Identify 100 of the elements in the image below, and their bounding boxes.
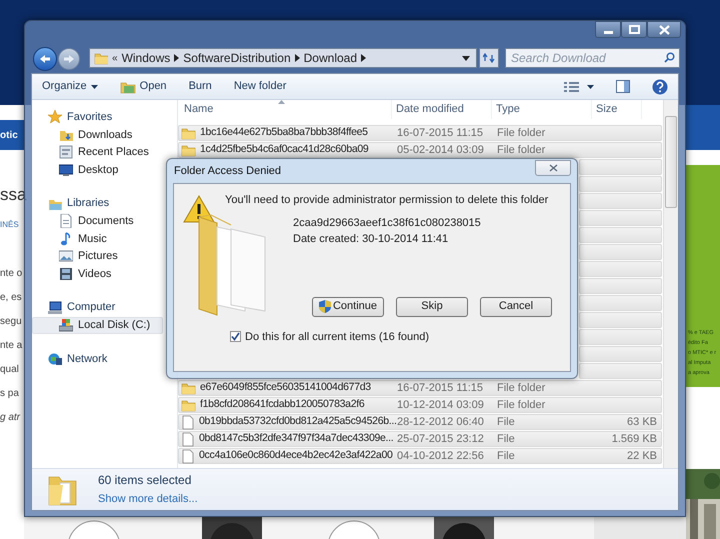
file-row[interactable] (579, 312, 662, 328)
help-button[interactable] (652, 78, 668, 94)
toolbar-button[interactable]: Burn (188, 78, 212, 95)
file-row[interactable] (579, 210, 662, 226)
file-row[interactable] (579, 363, 662, 379)
nav-item[interactable]: Videos (32, 265, 163, 282)
maximize-icon (628, 25, 640, 34)
file-row[interactable] (579, 261, 662, 277)
file-row[interactable]: e67e6049f855fce56035141004d677d3 16-07-2015 11:15 File folder (178, 380, 662, 396)
caret-icon (587, 84, 594, 88)
arrow-left-icon (39, 54, 51, 64)
column-header[interactable]: Name (178, 100, 392, 119)
maximize-button[interactable] (621, 21, 647, 38)
shield-icon (318, 300, 331, 313)
close-button[interactable] (647, 21, 681, 38)
dialog-button[interactable]: Continue (312, 296, 384, 316)
nav-item[interactable]: Libraries (32, 194, 177, 212)
music-note-icon (59, 232, 73, 246)
column-header[interactable]: Type (492, 100, 592, 119)
file-type: File folder (496, 126, 546, 141)
file-row[interactable] (579, 244, 662, 260)
item-name: 2caa9d29663aeef1c38f61c080238015 (293, 216, 481, 230)
breadcrumb[interactable]: Download (304, 49, 358, 67)
page-text: s pa (0, 387, 19, 401)
file-row[interactable] (579, 346, 662, 362)
nav-item[interactable]: Favorites (32, 108, 177, 126)
folder-icon (181, 144, 196, 156)
sort-arrow-icon (278, 100, 285, 104)
close-button[interactable] (535, 160, 571, 176)
folder-icon (120, 80, 136, 94)
nav-item[interactable]: Pictures (32, 248, 163, 265)
toolbar-button[interactable]: Open (120, 78, 167, 95)
forward-button[interactable] (58, 48, 80, 70)
dropdown-icon (462, 56, 470, 60)
nav-item[interactable]: Local Disk (C:) (32, 316, 163, 334)
checkmark-icon (231, 332, 240, 342)
file-row[interactable] (579, 176, 662, 192)
nav-item[interactable]: Music (32, 230, 163, 248)
recent-places-icon (59, 145, 73, 160)
search-field[interactable]: Search Download (505, 48, 680, 68)
show-details-link[interactable]: Show more details... (98, 491, 198, 508)
page-text: nte o (0, 267, 22, 281)
view-button[interactable] (564, 80, 594, 92)
file-row[interactable] (579, 329, 662, 345)
picture-icon (59, 249, 73, 264)
file-row[interactable]: 1bc16e44e627b5ba8ba7bbb38f4ffee5 16-07-2015 11:15 File folder (178, 125, 662, 141)
nav-item[interactable]: Downloads (32, 126, 163, 144)
page-text: g atr (0, 411, 20, 425)
file-icon (181, 414, 195, 430)
dialog-message: You'll need to provide administrator permission to delete this folder (225, 193, 548, 208)
disk-icon (59, 318, 73, 332)
dialog-button[interactable]: Skip (396, 296, 468, 316)
nav-item[interactable]: Desktop (32, 161, 163, 178)
scrollbar-thumb[interactable] (665, 116, 677, 208)
file-name: 1c4d25fbe5b4c6af0cac41d28c60ba09 (200, 142, 368, 158)
caret-icon (90, 84, 98, 88)
file-row[interactable] (579, 227, 662, 243)
nav-item[interactable]: Documents (32, 212, 163, 230)
minimize-icon (604, 31, 612, 34)
toolbar-button[interactable]: Organize (42, 78, 98, 95)
star-icon (48, 110, 62, 124)
checkbox-label[interactable]: Do this for all current items (16 found) (245, 328, 430, 345)
column-header[interactable]: Size (592, 100, 642, 119)
file-type: File folder (496, 142, 546, 158)
file-type: File (496, 432, 516, 447)
file-name: 0cc4a106e0c860d4ece4b2ec42e3af422a00 (199, 448, 393, 464)
nav-item[interactable]: Network (32, 350, 177, 368)
file-row[interactable]: 0bd8147c5b3f2dfe347f97f34a7dec43309e... 25-07-2015 23:12 File 1.569 KB (178, 431, 662, 447)
nav-item[interactable]: Computer (32, 298, 177, 316)
date-modified: 16-07-2015 11:15 (396, 380, 484, 396)
file-row[interactable] (579, 193, 662, 209)
minimize-button[interactable] (595, 21, 621, 38)
date-modified: 10-12-2014 03:09 (396, 398, 485, 413)
file-type: File folder (496, 398, 546, 413)
date-created: Date created: 30-10-2014 11:41 (293, 232, 450, 247)
file-row[interactable] (579, 159, 662, 175)
checkbox[interactable] (230, 331, 241, 342)
file-name: 0bd8147c5b3f2dfe347f97f34a7dec43309e... (199, 431, 394, 446)
page-text: e, es (0, 291, 22, 305)
file-row[interactable]: 0b19bbda53732cfd0bd812a425a5c94526b...28-12-2012 06:40 File 63 KB (178, 414, 662, 430)
preview-pane-button[interactable] (616, 80, 630, 93)
overflow-chevron[interactable]: « (112, 50, 118, 66)
file-row[interactable] (579, 295, 662, 311)
search-icon (664, 52, 675, 63)
address-bar[interactable]: « Windows SoftwareDistribution Download (89, 48, 477, 68)
refresh-button[interactable] (479, 48, 499, 68)
file-row[interactable] (579, 278, 662, 294)
back-button[interactable] (33, 47, 57, 71)
breadcrumb[interactable]: Windows (122, 49, 170, 67)
dialog-button[interactable]: Cancel (480, 296, 552, 316)
column-header[interactable]: Date modified (392, 100, 492, 119)
breadcrumb[interactable]: SoftwareDistribution (183, 49, 291, 67)
file-row[interactable]: 0cc4a106e0c860d4ece4b2ec42e3af422a00 04-10-2012 22:56 File 22 KB (178, 448, 662, 464)
toolbar-button[interactable]: New folder (234, 78, 286, 95)
file-size: 22 KB (626, 448, 658, 464)
file-row[interactable]: f1b8cfd208641fcdabb120050783a2f6 10-12-2014 03:09 File folder (178, 397, 662, 413)
file-row[interactable]: 1c4d25fbe5b4c6af0cac41d28c60ba09 05-02-2014 03:09 File folder (178, 142, 662, 158)
help-icon (652, 78, 668, 94)
scrollbar[interactable] (663, 100, 678, 468)
nav-item[interactable]: Recent Places (32, 144, 163, 161)
